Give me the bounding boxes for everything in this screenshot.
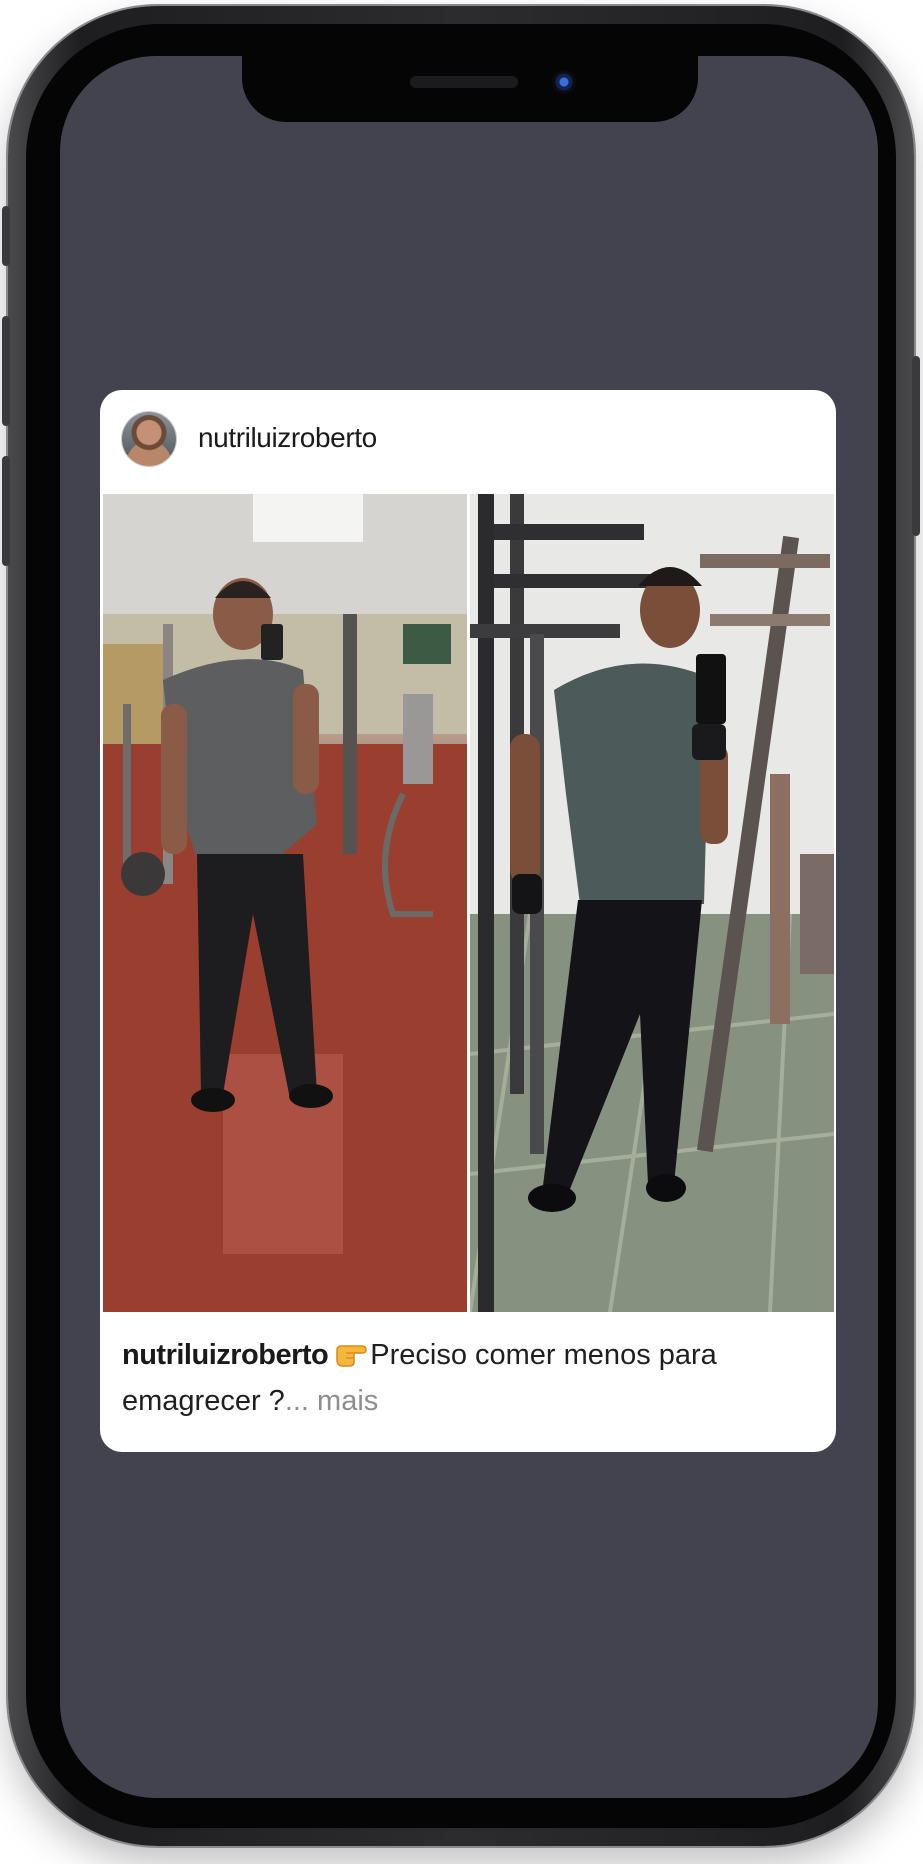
post-username[interactable]: nutriluizroberto: [198, 422, 377, 454]
mute-switch: [2, 206, 10, 266]
instagram-post-card[interactable]: nutriluizroberto nutriluizroberto Precis…: [100, 390, 836, 1452]
caption-username[interactable]: nutriluizroberto: [122, 1339, 329, 1371]
caption-text-line1: Preciso comer menos para: [370, 1339, 717, 1371]
front-camera-icon: [552, 70, 576, 94]
notch: [242, 56, 698, 122]
avatar[interactable]: [122, 412, 176, 466]
after-photo[interactable]: [470, 494, 834, 1312]
before-photo[interactable]: [103, 494, 467, 1312]
power-button: [912, 356, 920, 536]
post-header: nutriluizroberto: [100, 390, 836, 494]
caption-text-line2: emagrecer ?: [122, 1385, 285, 1417]
earpiece-speaker: [410, 76, 518, 88]
phone-screen: nutriluizroberto nutriluizroberto Precis…: [60, 56, 878, 1798]
more-link[interactable]: mais: [309, 1385, 378, 1417]
post-caption: nutriluizroberto Preciso comer menos par…: [122, 1332, 822, 1424]
after-photo-illustration: [470, 494, 834, 1312]
caption-ellipsis: ...: [284, 1385, 309, 1417]
before-photo-illustration: [103, 494, 467, 1312]
volume-up-button: [2, 316, 10, 426]
pointing-right-hand-icon: [336, 1345, 368, 1367]
volume-down-button: [2, 456, 10, 566]
phone-frame: nutriluizroberto nutriluizroberto Precis…: [2, 6, 920, 1846]
